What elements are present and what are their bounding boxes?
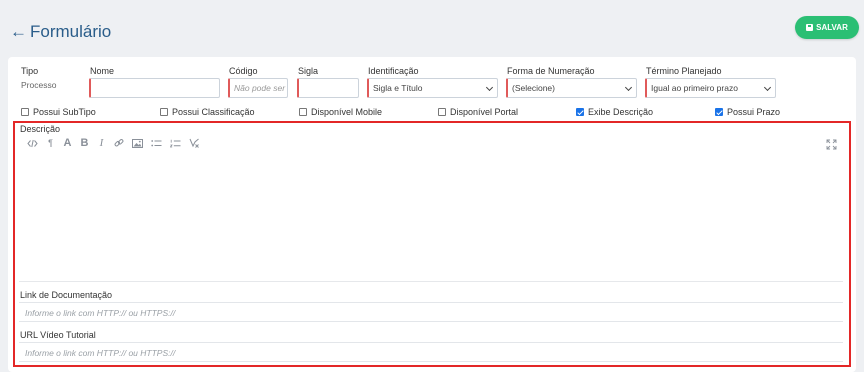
page-header: ← Formulário SALVAR xyxy=(0,0,864,58)
chevron-down-icon xyxy=(763,83,772,92)
checkbox-box[interactable] xyxy=(438,108,446,116)
identificacao-value: Sigla e Título xyxy=(373,83,423,93)
checkbox-possui-subtipo[interactable]: Possui SubTipo xyxy=(21,106,96,118)
numbered-list-icon[interactable] xyxy=(170,137,181,149)
nome-input[interactable] xyxy=(89,78,220,98)
numeracao-label: Forma de Numeração xyxy=(507,66,595,76)
editor-bottom-divider xyxy=(19,281,843,282)
image-icon[interactable] xyxy=(132,137,143,149)
link-doc-input[interactable] xyxy=(19,304,843,322)
link-doc-field xyxy=(19,302,843,322)
bold-icon[interactable]: B xyxy=(80,137,89,149)
checkbox-exibe-descricao[interactable]: Exibe Descrição xyxy=(576,106,653,118)
termino-value: Igual ao primeiro prazo xyxy=(651,83,738,93)
link-doc-label: Link de Documentação xyxy=(20,290,113,300)
numeracao-value: (Selecione) xyxy=(512,83,555,93)
back-arrow-icon: ← xyxy=(10,22,27,41)
sigla-input[interactable] xyxy=(297,78,359,98)
url-video-input[interactable] xyxy=(19,344,843,362)
chevron-down-icon xyxy=(624,83,633,92)
identificacao-select[interactable]: Sigla e Título xyxy=(367,78,498,98)
chevron-down-icon xyxy=(485,83,494,92)
back-link[interactable]: ← Formulário xyxy=(10,21,111,43)
page-title: Formulário xyxy=(30,22,112,41)
checkbox-possui-prazo[interactable]: Possui Prazo xyxy=(715,106,780,118)
termino-select[interactable]: Igual ao primeiro prazo xyxy=(645,78,776,98)
nome-label: Nome xyxy=(90,66,115,76)
checkbox-label: Possui Prazo xyxy=(727,107,781,117)
checkbox-disponivel-portal[interactable]: Disponível Portal xyxy=(438,106,518,118)
code-view-icon[interactable] xyxy=(27,137,38,149)
editor-toolbar: ¶ A B I xyxy=(27,136,200,150)
checkbox-label: Possui SubTipo xyxy=(33,107,96,117)
checkbox-label: Exibe Descrição xyxy=(588,107,654,117)
sigla-label: Sigla xyxy=(298,66,319,76)
codigo-label: Código xyxy=(229,66,258,76)
italic-icon[interactable]: I xyxy=(97,137,106,149)
numeracao-select[interactable]: (Selecione) xyxy=(506,78,637,98)
save-button[interactable]: SALVAR xyxy=(795,16,859,39)
tipo-label: Tipo xyxy=(21,66,39,76)
codigo-input[interactable] xyxy=(228,78,288,98)
identificacao-label: Identificação xyxy=(368,66,419,76)
checkbox-box[interactable] xyxy=(299,108,307,116)
bullet-list-icon[interactable] xyxy=(151,137,162,149)
checkbox-possui-classificacao[interactable]: Possui Classificação xyxy=(160,106,255,118)
descricao-label: Descrição xyxy=(20,124,61,134)
tipo-value: Processo xyxy=(21,80,57,90)
checkbox-label: Possui Classificação xyxy=(172,107,255,117)
link-icon[interactable] xyxy=(114,137,124,149)
checkbox-box[interactable] xyxy=(160,108,168,116)
save-icon xyxy=(806,24,814,31)
url-video-field xyxy=(19,342,843,362)
paragraph-icon[interactable]: ¶ xyxy=(46,137,55,149)
url-video-label: URL Vídeo Tutorial xyxy=(20,330,96,340)
description-editor[interactable] xyxy=(19,152,843,280)
checkbox-disponivel-mobile[interactable]: Disponível Mobile xyxy=(299,106,382,118)
checkbox-label: Disponível Mobile xyxy=(311,107,383,117)
clear-format-icon[interactable] xyxy=(189,137,200,149)
checkbox-box[interactable] xyxy=(21,108,29,116)
checkbox-label: Disponível Portal xyxy=(450,107,519,117)
save-button-label: SALVAR xyxy=(816,23,848,32)
font-size-icon[interactable]: A xyxy=(63,137,72,149)
checkbox-box-checked[interactable] xyxy=(576,108,584,116)
checkbox-box-checked[interactable] xyxy=(715,108,723,116)
termino-label: Término Planejado xyxy=(646,66,722,76)
